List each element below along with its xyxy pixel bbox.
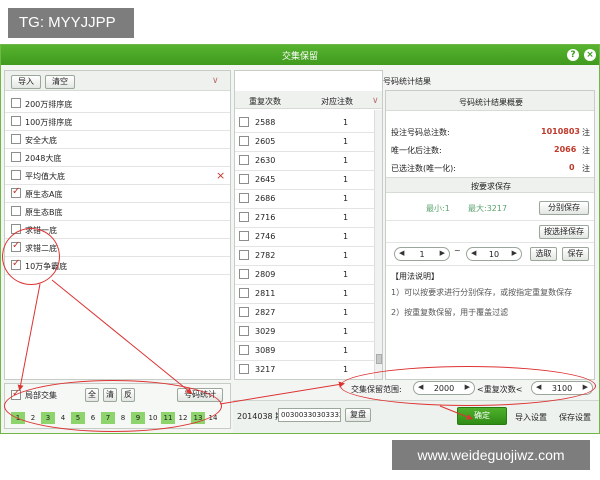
annotation-arrows	[17, 279, 473, 420]
watermark-bottom: www.weideguojiwz.com	[392, 440, 590, 470]
watermark-top: TG: MYYJJPP	[8, 8, 134, 38]
